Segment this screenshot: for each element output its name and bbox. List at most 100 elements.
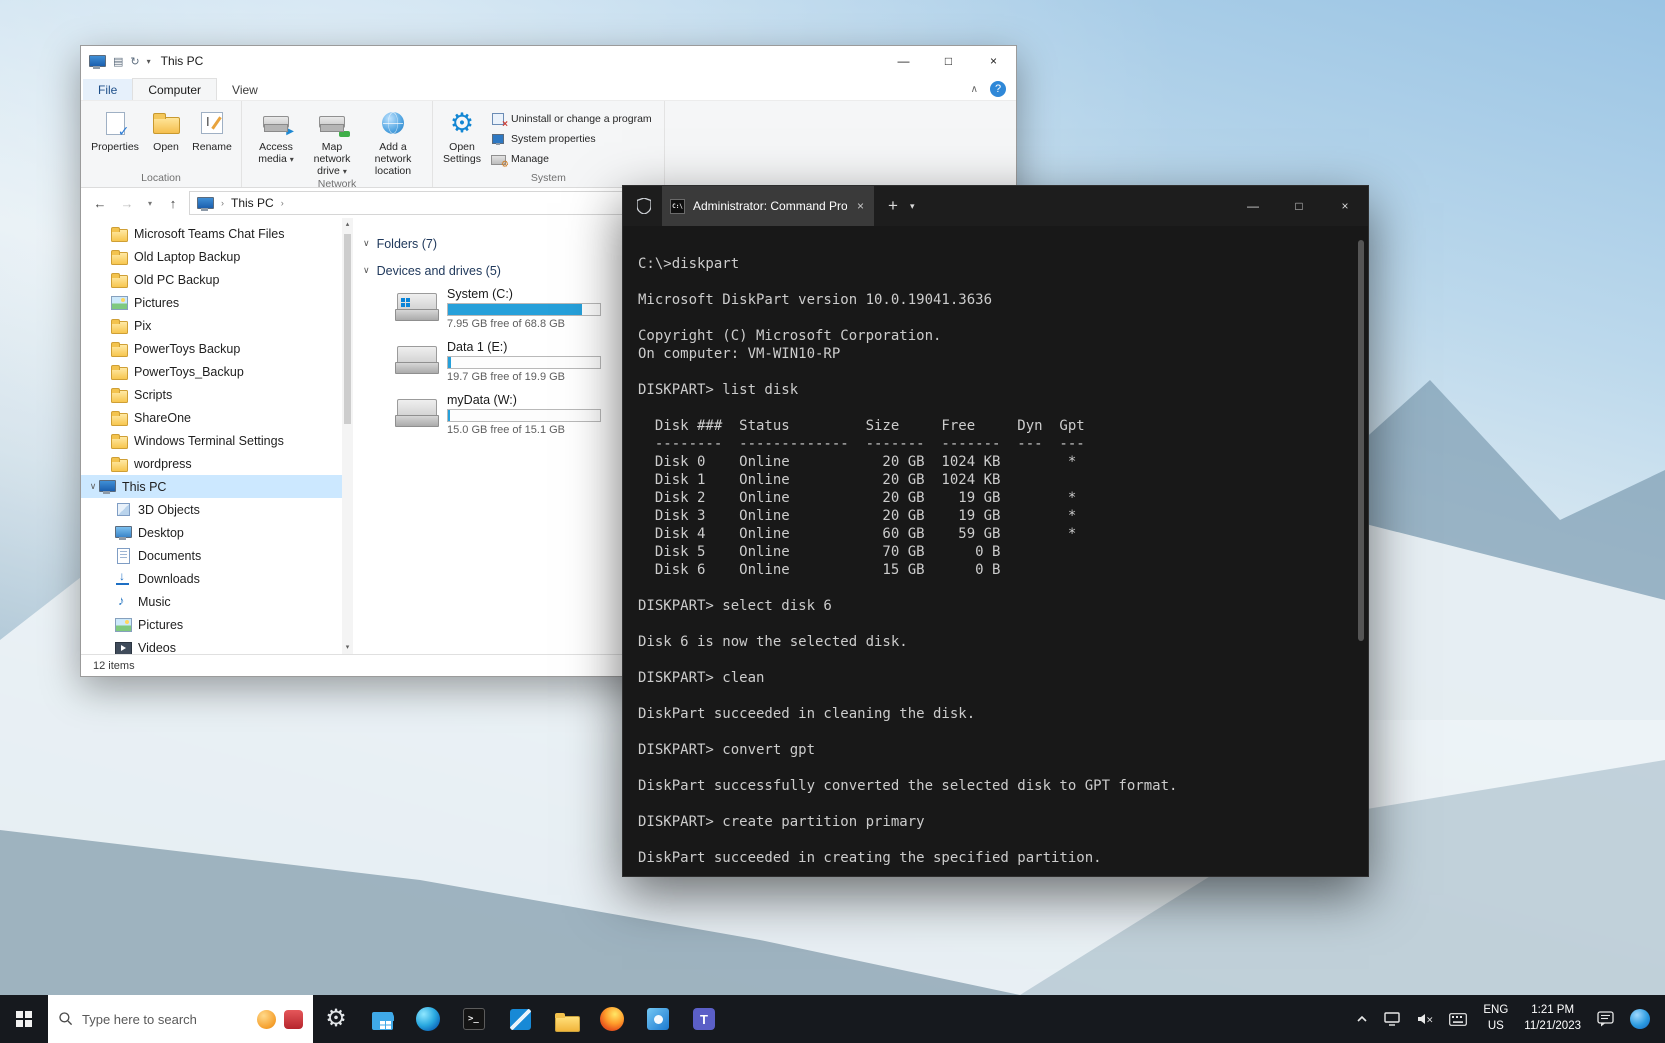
tree-item[interactable]: Scripts [81, 383, 353, 406]
touch-keyboard-button[interactable] [1441, 995, 1475, 1043]
tree-item[interactable]: Downloads [81, 567, 353, 590]
tree-item[interactable]: Videos [81, 636, 353, 654]
vscode-button[interactable] [497, 995, 543, 1043]
tab-view[interactable]: View [217, 79, 273, 100]
command-prompt-icon [463, 1008, 485, 1030]
forward-button[interactable]: → [116, 196, 138, 211]
folder-icon [111, 318, 128, 333]
tree-item[interactable]: 3D Objects [81, 498, 353, 521]
drive-free-space: 19.7 GB free of 19.9 GB [447, 371, 601, 383]
photos-button[interactable] [635, 995, 681, 1043]
back-button[interactable]: ← [89, 196, 111, 211]
edge-icon [416, 1007, 440, 1031]
notification-bubble-icon [1597, 1011, 1614, 1027]
terminal-maximize-button[interactable]: □ [1276, 186, 1322, 226]
terminal-close-button[interactable]: × [1322, 186, 1368, 226]
display-tray-button[interactable] [1376, 995, 1408, 1043]
teams-button[interactable] [681, 995, 727, 1043]
taskbar-search[interactable] [48, 995, 313, 1043]
add-network-location-button[interactable]: Add a network location [360, 105, 426, 177]
tree-item[interactable]: Music [81, 590, 353, 613]
uninstall-program-button[interactable]: Uninstall or change a program [485, 109, 658, 128]
tree-item[interactable]: Old PC Backup [81, 268, 353, 291]
folder-icon [111, 272, 128, 287]
tab-file[interactable]: File [83, 79, 132, 100]
tree-item[interactable]: Documents [81, 544, 353, 567]
open-button[interactable]: Open [143, 105, 189, 153]
tree-item[interactable]: Desktop [81, 521, 353, 544]
language-indicator[interactable]: ENG US [1475, 1003, 1516, 1034]
tree-item[interactable]: PowerToys Backup [81, 337, 353, 360]
new-tab-button[interactable]: + [888, 196, 898, 216]
access-media-button[interactable]: ▶ Access media ▾ [248, 105, 304, 165]
devices-header-label: Devices and drives (5) [377, 264, 501, 278]
explorer-titlebar[interactable]: ▤ ↻ ▾ This PC — □ × [81, 46, 1016, 76]
scroll-up-icon[interactable]: ▴ [346, 221, 350, 228]
tab-dropdown-icon[interactable]: ▾ [910, 201, 915, 212]
recent-locations-icon[interactable]: ▾ [143, 199, 157, 208]
properties-button[interactable]: Properties [87, 105, 143, 153]
tree-item-label: wordpress [134, 457, 192, 471]
qat-properties-icon[interactable]: ▤ [113, 55, 123, 68]
system-properties-button[interactable]: System properties [485, 129, 658, 148]
tree-item[interactable]: Old Laptop Backup [81, 245, 353, 268]
up-button[interactable]: ↑ [162, 196, 184, 211]
pictures-icon [115, 617, 132, 632]
explorer-close-button[interactable]: × [971, 46, 1016, 76]
firefox-button[interactable] [589, 995, 635, 1043]
explorer-maximize-button[interactable]: □ [926, 46, 971, 76]
tab-computer[interactable]: Computer [132, 78, 217, 100]
breadcrumb[interactable]: This PC [231, 196, 274, 210]
tree-item[interactable]: Windows Terminal Settings [81, 429, 353, 452]
map-network-drive-button[interactable]: Map network drive ▾ [304, 105, 360, 177]
terminal-output[interactable]: C:\>diskpart Microsoft DiskPart version … [623, 226, 1368, 876]
terminal-titlebar[interactable]: Administrator: Command Prompt × + ▾ — □ … [623, 186, 1368, 226]
tree-item[interactable]: Pix [81, 314, 353, 337]
chevron-down-icon[interactable]: ∨ [363, 265, 370, 276]
search-highlight-icon[interactable] [284, 1010, 303, 1029]
rename-button[interactable]: Rename [189, 105, 235, 153]
qat-new-folder-icon[interactable]: ↻ [130, 55, 139, 68]
terminal-scrollbar[interactable] [1356, 228, 1366, 874]
terminal-scrollbar-thumb[interactable] [1358, 240, 1364, 641]
explorer-minimize-button[interactable]: — [881, 46, 926, 76]
help-icon[interactable]: ? [990, 81, 1006, 97]
tree-item[interactable]: Pictures [81, 291, 353, 314]
file-explorer-button[interactable] [543, 995, 589, 1043]
search-highlight-icon[interactable] [257, 1010, 276, 1029]
action-center-button[interactable] [1589, 995, 1622, 1043]
volume-tray-button[interactable]: × [1408, 995, 1441, 1043]
tree-item[interactable]: wordpress [81, 452, 353, 475]
admin-shield-icon [637, 198, 651, 214]
folder-icon [111, 226, 128, 241]
manage-button[interactable]: Manage [485, 149, 658, 168]
sidebar-scrollbar-thumb[interactable] [344, 234, 351, 424]
search-input[interactable] [82, 1012, 249, 1027]
open-settings-button[interactable]: Open Settings [439, 105, 485, 165]
tree-expand-icon[interactable]: ∨ [87, 481, 99, 492]
tab-close-button[interactable]: × [855, 199, 866, 213]
command-prompt-button[interactable] [451, 995, 497, 1043]
settings-button[interactable] [313, 995, 359, 1043]
tray-app-button[interactable] [1622, 995, 1658, 1043]
drive-usage-fill [448, 357, 451, 368]
tree-item[interactable]: PowerToys_Backup [81, 360, 353, 383]
store-button[interactable] [359, 995, 405, 1043]
collapse-ribbon-icon[interactable]: ∧ [971, 84, 978, 95]
tree-item-label: 3D Objects [138, 503, 200, 517]
edge-button[interactable] [405, 995, 451, 1043]
tree-item[interactable]: ShareOne [81, 406, 353, 429]
terminal-tab[interactable]: Administrator: Command Prompt × [662, 186, 874, 226]
start-button[interactable] [0, 995, 48, 1043]
taskbar-clock[interactable]: 1:21 PM 11/21/2023 [1516, 1003, 1589, 1034]
tree-item-label: Scripts [134, 388, 172, 402]
tree-item[interactable]: Microsoft Teams Chat Files [81, 222, 353, 245]
chevron-down-icon[interactable]: ∨ [363, 238, 370, 249]
scroll-down-icon[interactable]: ▾ [346, 644, 350, 651]
tree-item[interactable]: Pictures [81, 613, 353, 636]
terminal-minimize-button[interactable]: — [1230, 186, 1276, 226]
tree-item[interactable]: ∨ This PC [81, 475, 353, 498]
items-count: 12 items [93, 660, 135, 672]
hidden-icons-chevron[interactable] [1348, 995, 1376, 1043]
qat-customize-icon[interactable]: ▾ [147, 57, 151, 66]
